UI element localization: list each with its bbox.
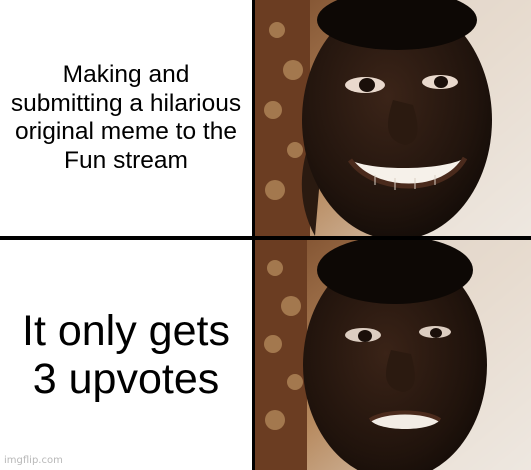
top-caption: Making and submitting a hilarious origin… [10, 61, 242, 174]
vertical-divider [252, 0, 255, 470]
horizontal-divider [0, 236, 531, 240]
smiling-man-illustration [255, 0, 531, 236]
meme-canvas: Making and submitting a hilarious origin… [0, 0, 531, 470]
bottom-caption-panel: It only gets 3 upvotes [0, 240, 252, 470]
disappointed-man-illustration [255, 240, 531, 470]
top-caption-panel: Making and submitting a hilarious origin… [0, 0, 252, 236]
watermark: imgflip.com [4, 455, 63, 466]
disappointed-man-photo [255, 240, 531, 470]
smiling-man-photo [255, 0, 531, 236]
bottom-caption: It only gets 3 upvotes [22, 307, 230, 403]
